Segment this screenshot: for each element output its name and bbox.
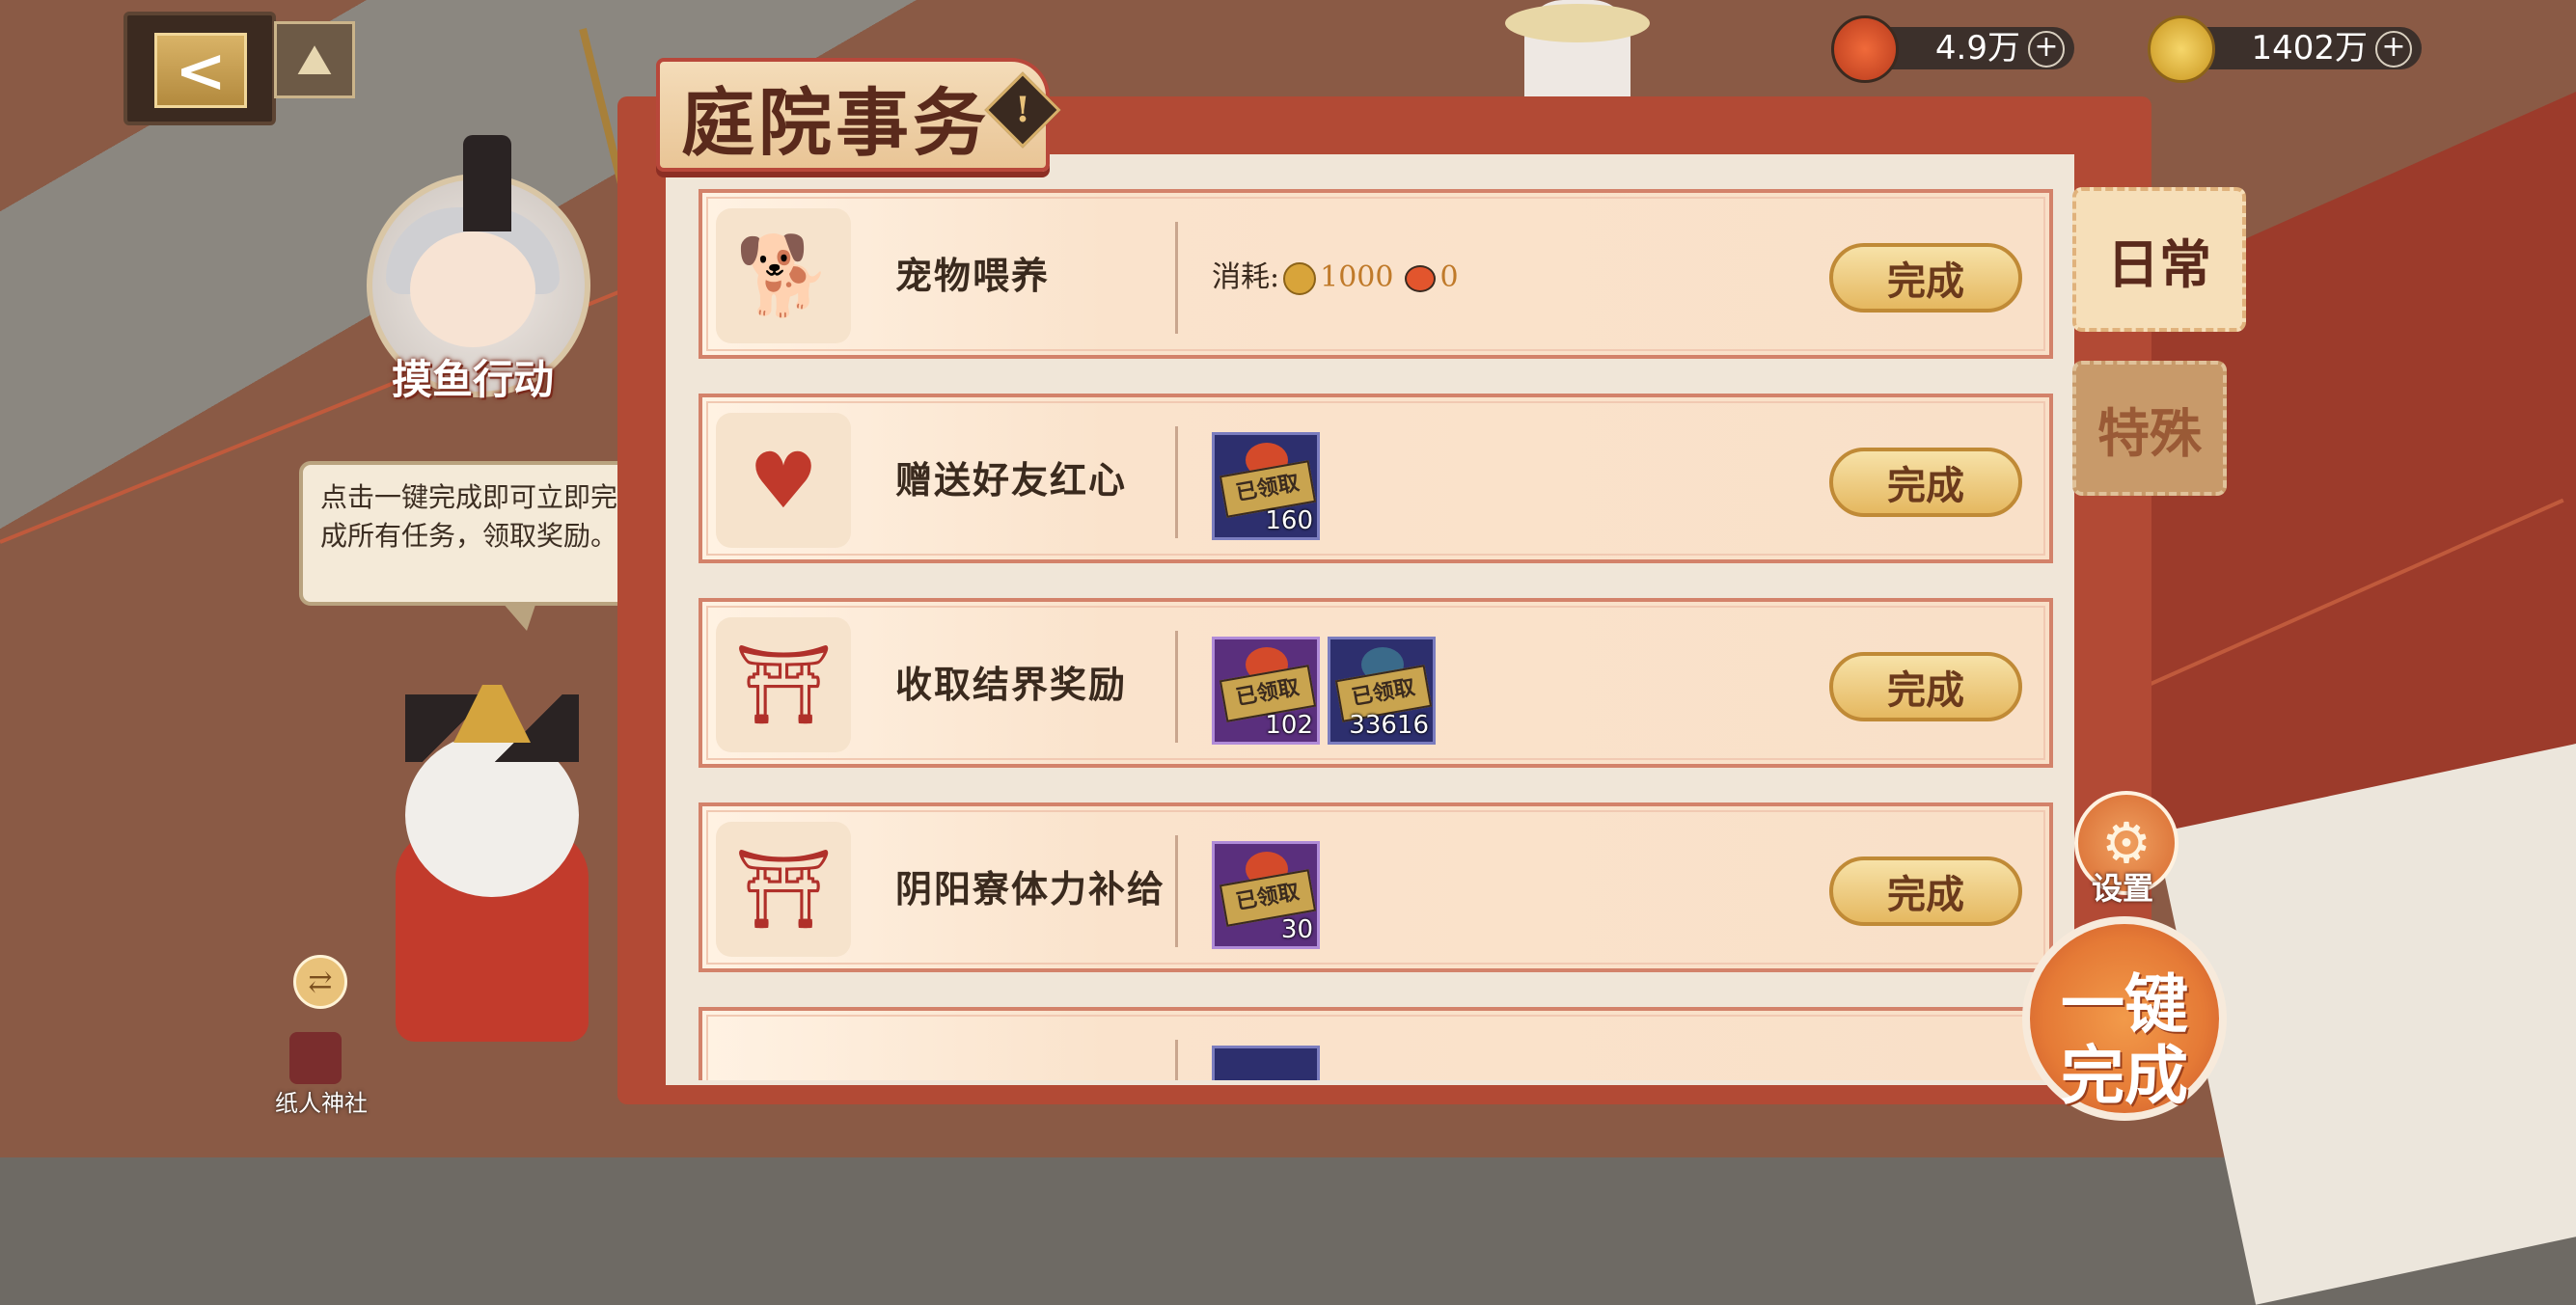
reward-item[interactable]: 已领取 30 <box>1212 841 1320 949</box>
swap-icon[interactable]: ⇄ <box>293 955 347 1009</box>
add-sushi-button[interactable]: + <box>2028 31 2065 68</box>
tip-bubble-tail <box>502 602 536 631</box>
sushi-value: 4.9万 <box>1934 29 2020 68</box>
shrine-label: 纸人神社 <box>275 1090 368 1117</box>
cost-coin-value: 1000 <box>1320 260 1394 294</box>
page-title: 庭院事务 <box>681 80 990 166</box>
coin-currency: 1402万 + <box>2180 27 2422 69</box>
coin-icon <box>1283 262 1317 295</box>
task-row: ⛩ 阴阳寮体力补给 已领取 30 完成 <box>699 802 2053 972</box>
reward-item[interactable]: 已领取 33616 <box>1328 637 1436 745</box>
task-row: 🐕 宠物喂养 消耗: 1000 0 完成 <box>699 189 2053 359</box>
reward-count: 30 <box>1280 915 1313 944</box>
tip-bubble: 点击一键完成即可立即完成所有任务，领取奖励。 <box>299 461 639 606</box>
task-name: 赠送好友红心 <box>895 458 1128 502</box>
task-list[interactable]: 🐕 宠物喂养 消耗: 1000 0 完成 ♥ 赠送好友红心 已领取 160 完成 ⛩… <box>675 164 2065 1080</box>
avatar-label: 摸鱼行动 <box>391 356 554 403</box>
row-divider <box>1175 1040 1178 1080</box>
tab-special[interactable]: 特殊 <box>2072 361 2227 496</box>
back-arrow-icon: < <box>154 33 247 108</box>
info-icon: ! <box>1015 90 1030 130</box>
task-row: ⛩ 收取结界奖励 已领取 102 已领取 33616 完成 <box>699 598 2053 768</box>
task-name: 阴阳寮体力补给 <box>895 867 1166 911</box>
map-button[interactable]: ⛰ <box>274 21 355 98</box>
settings-label: 设置 <box>2091 870 2153 907</box>
task-name: 收取结界奖励 <box>895 663 1128 706</box>
sushi-icon <box>1831 15 1899 83</box>
heart-charm-icon: ♥ <box>716 413 851 548</box>
complete-button[interactable]: 完成 <box>1829 448 2022 517</box>
reward-item[interactable] <box>1212 1046 1320 1080</box>
dog-icon: 🐕 <box>716 208 851 343</box>
row-divider <box>1175 631 1178 743</box>
task-row <box>699 1007 2053 1080</box>
barrier-icon: ⛩ <box>716 617 851 752</box>
cost-sushi-value: 0 <box>1439 260 1459 294</box>
reward-count: 102 <box>1265 711 1313 740</box>
avatar-hat <box>463 135 511 231</box>
cost-label: 消耗: <box>1212 260 1280 294</box>
task-row: ♥ 赠送好友红心 已领取 160 完成 <box>699 394 2053 563</box>
row-divider <box>1175 835 1178 947</box>
reward-count: 160 <box>1265 506 1313 535</box>
row-divider <box>1175 222 1178 334</box>
add-coin-button[interactable]: + <box>2375 31 2412 68</box>
complete-button[interactable]: 完成 <box>1829 856 2022 926</box>
tab-daily[interactable]: 日常 <box>2072 187 2246 332</box>
torii-icon: ⛩ <box>716 822 851 957</box>
avatar-face <box>410 231 535 347</box>
reward-item[interactable]: 已领取 102 <box>1212 637 1320 745</box>
complete-button[interactable]: 完成 <box>1829 652 2022 721</box>
shrine-icon[interactable] <box>289 1032 342 1084</box>
reward-count: 33616 <box>1349 711 1429 740</box>
reward-item[interactable]: 已领取 160 <box>1212 432 1320 540</box>
coin-value: 1402万 <box>2251 29 2368 68</box>
row-divider <box>1175 426 1178 538</box>
task-cost: 消耗: 1000 0 <box>1212 193 1459 363</box>
sushi-icon <box>1405 265 1437 292</box>
coin-icon <box>2148 15 2215 83</box>
back-button[interactable]: < <box>123 12 276 125</box>
map-icon: ⛰ <box>296 35 333 85</box>
shrine-character-crown <box>453 685 531 743</box>
task-name: 宠物喂养 <box>895 254 1051 297</box>
top-character-hat <box>1505 4 1650 42</box>
one-key-label-line2: 完成 <box>2061 1038 2188 1113</box>
complete-button[interactable]: 完成 <box>1829 243 2022 313</box>
one-key-complete-button[interactable]: 一键 完成 <box>2022 916 2227 1121</box>
